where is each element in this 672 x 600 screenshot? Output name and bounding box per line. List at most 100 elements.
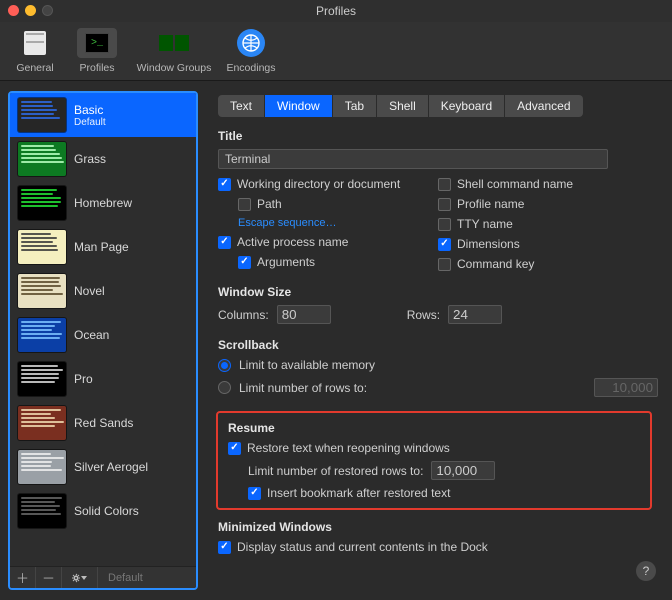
chk-restore-text[interactable]: Restore text when reopening windows xyxy=(228,441,640,455)
profile-row-homebrew[interactable]: Homebrew xyxy=(10,181,196,225)
detail-tabs: Text Window Tab Shell Keyboard Advanced xyxy=(218,95,658,117)
chk-profile-name[interactable]: Profile name xyxy=(438,197,658,211)
chk-label: Dimensions xyxy=(457,237,520,251)
profile-name: Pro xyxy=(74,372,93,386)
chk-shell-command[interactable]: Shell command name xyxy=(438,177,658,191)
profile-name: Homebrew xyxy=(74,196,132,210)
profile-row-novel[interactable]: Novel xyxy=(10,269,196,313)
chk-display-status[interactable]: Display status and current contents in t… xyxy=(218,540,658,554)
radio-limit-rows[interactable] xyxy=(218,381,231,394)
close-icon[interactable] xyxy=(8,5,19,16)
profile-thumb xyxy=(18,494,66,528)
chk-label: Shell command name xyxy=(457,177,573,191)
columns-field[interactable] xyxy=(277,305,331,324)
profiles-sidebar: BasicDefaultGrassHomebrewMan PageNovelOc… xyxy=(8,91,198,590)
profile-subtitle: Default xyxy=(74,117,106,128)
chk-command-key[interactable]: Command key xyxy=(438,257,658,271)
chk-arguments[interactable]: Arguments xyxy=(238,255,438,269)
profile-thumb xyxy=(18,98,66,132)
profile-name: Ocean xyxy=(74,328,109,342)
profile-row-grass[interactable]: Grass xyxy=(10,137,196,181)
main-panel: Text Window Tab Shell Keyboard Advanced … xyxy=(206,81,672,600)
tab-window[interactable]: Window xyxy=(265,95,333,117)
radio-limit-memory[interactable] xyxy=(218,359,231,372)
chk-dimensions[interactable]: Dimensions xyxy=(438,237,658,251)
toolbar-profiles-label: Profiles xyxy=(79,62,114,74)
window-title: Profiles xyxy=(316,4,356,18)
profile-name: Man Page xyxy=(74,240,129,254)
profile-row-ocean[interactable]: Ocean xyxy=(10,313,196,357)
profile-name: Red Sands xyxy=(74,416,133,430)
chk-label: Profile name xyxy=(457,197,524,211)
profile-row-man-page[interactable]: Man Page xyxy=(10,225,196,269)
action-menu[interactable] xyxy=(62,567,98,588)
escape-sequence-link[interactable]: Escape sequence… xyxy=(238,217,438,229)
columns-label: Columns: xyxy=(218,308,269,322)
chk-working-directory[interactable]: Working directory or document xyxy=(218,177,438,191)
minimize-icon[interactable] xyxy=(25,5,36,16)
resume-limit-label: Limit number of restored rows to: xyxy=(248,464,423,478)
resume-rows-field[interactable] xyxy=(431,461,495,480)
profile-row-basic[interactable]: BasicDefault xyxy=(10,93,196,137)
window-size-heading: Window Size xyxy=(218,285,658,299)
chk-active-process[interactable]: Active process name xyxy=(218,235,438,249)
tab-text[interactable]: Text xyxy=(218,95,265,117)
chk-label: Arguments xyxy=(257,255,315,269)
window-controls xyxy=(8,5,53,16)
default-button[interactable]: Default xyxy=(98,567,153,588)
tab-shell[interactable]: Shell xyxy=(377,95,429,117)
title-field[interactable] xyxy=(218,149,608,169)
profile-thumb xyxy=(18,318,66,352)
chk-tty-name[interactable]: TTY name xyxy=(438,217,658,231)
profile-name: Basic xyxy=(74,103,106,117)
radio-label: Limit number of rows to: xyxy=(239,381,367,395)
toolbar-general[interactable]: General xyxy=(6,26,64,74)
profile-icon xyxy=(85,33,109,53)
profile-name: Novel xyxy=(74,284,105,298)
chk-label: Active process name xyxy=(237,235,348,249)
toolbar-window-groups[interactable]: Window Groups xyxy=(130,26,218,74)
profile-row-red-sands[interactable]: Red Sands xyxy=(10,401,196,445)
tab-keyboard[interactable]: Keyboard xyxy=(429,95,505,117)
chk-insert-bookmark[interactable]: Insert bookmark after restored text xyxy=(248,486,640,500)
rows-field[interactable] xyxy=(448,305,502,324)
profile-name: Solid Colors xyxy=(74,504,139,518)
profile-row-pro[interactable]: Pro xyxy=(10,357,196,401)
toolbar-general-label: General xyxy=(16,62,53,74)
profiles-list[interactable]: BasicDefault Grass Homebrew Man Page Novel Oc… xyxy=(10,93,196,566)
globe-icon xyxy=(237,29,265,57)
scrollback-section: Scrollback Limit to available memory Lim… xyxy=(218,338,658,397)
toolbar-profiles[interactable]: Profiles xyxy=(68,26,126,74)
zoom-icon[interactable] xyxy=(42,5,53,16)
profile-row-solid-colors[interactable]: Solid Colors xyxy=(10,489,196,533)
profile-name: Silver Aerogel xyxy=(74,460,148,474)
tab-advanced[interactable]: Advanced xyxy=(505,95,582,117)
titlebar: Profiles xyxy=(0,0,672,22)
window-groups-icon xyxy=(159,35,189,51)
profile-name: Grass xyxy=(74,152,106,166)
remove-button[interactable]: － xyxy=(36,567,62,588)
sidebar-footer: ＋ － Default xyxy=(10,566,196,588)
chk-label: Working directory or document xyxy=(237,177,400,191)
tab-tab[interactable]: Tab xyxy=(333,95,377,117)
profile-row-silver-aerogel[interactable]: Silver Aerogel xyxy=(10,445,196,489)
general-icon xyxy=(24,31,46,55)
title-heading: Title xyxy=(218,129,658,143)
title-section: Title Working directory or document Path… xyxy=(218,129,658,271)
chk-label: Insert bookmark after restored text xyxy=(267,486,450,500)
chk-label: Path xyxy=(257,197,282,211)
radio-label: Limit to available memory xyxy=(239,358,375,372)
minimized-heading: Minimized Windows xyxy=(218,520,658,534)
chk-path[interactable]: Path xyxy=(238,197,438,211)
toolbar: General Profiles Window Groups Encodings xyxy=(0,22,672,81)
chk-label: Restore text when reopening windows xyxy=(247,441,450,455)
profile-thumb xyxy=(18,450,66,484)
help-button[interactable]: ? xyxy=(636,561,656,581)
add-button[interactable]: ＋ xyxy=(10,567,36,588)
chk-label: Command key xyxy=(457,257,534,271)
profile-thumb xyxy=(18,362,66,396)
scrollback-rows-field[interactable] xyxy=(594,378,658,397)
toolbar-encodings[interactable]: Encodings xyxy=(222,26,280,74)
toolbar-encodings-label: Encodings xyxy=(226,62,275,74)
window-size-section: Window Size Columns: Rows: xyxy=(218,285,658,324)
